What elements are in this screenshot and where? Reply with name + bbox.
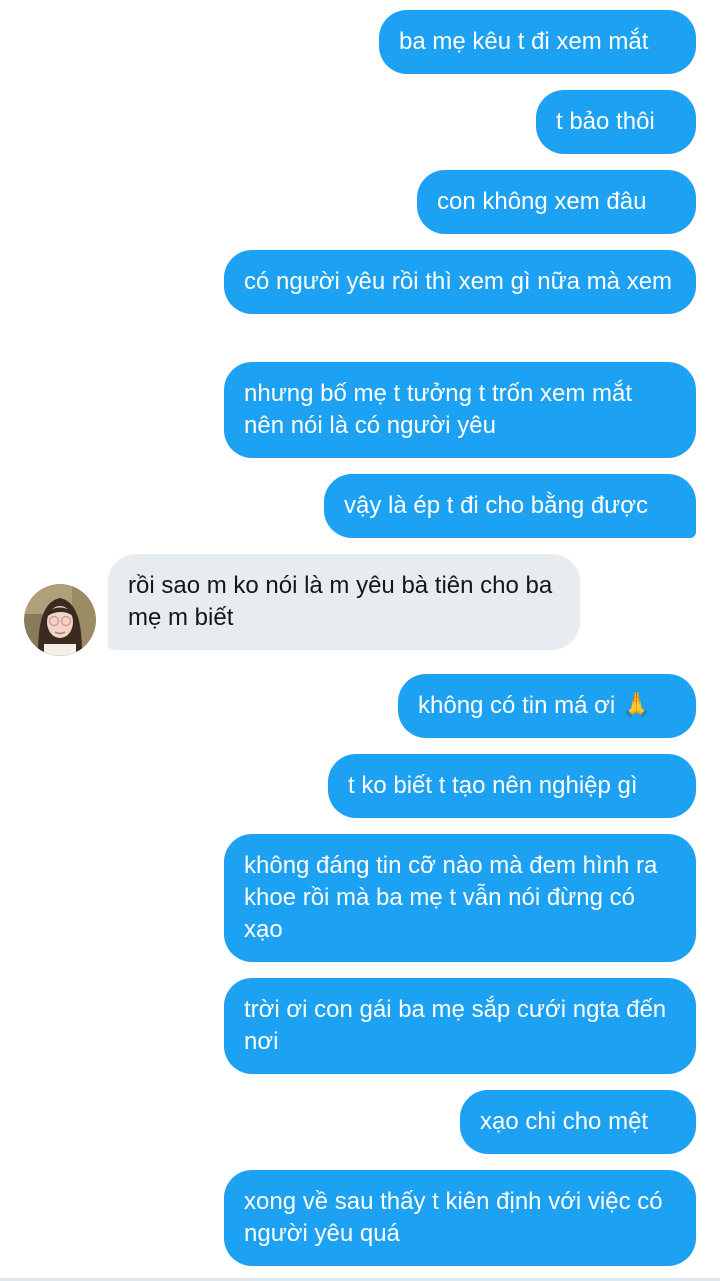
message-bubble-sent[interactable]: không đáng tin cỡ nào mà đem hình ra kho… [224, 834, 696, 962]
message-text: không có tin má ơi 🙏 [418, 692, 652, 719]
message-text: xong về sau thấy t kiên định với việc có… [244, 1188, 663, 1247]
avatar-photo-icon [24, 584, 96, 656]
message-text: có người yêu rồi thì xem gì nữa mà xem [244, 268, 673, 295]
message-bubble-sent[interactable]: con không xem đâu [417, 170, 696, 234]
message-thread: ba mẹ kêu t đi xem mắt t bảo thôi con kh… [0, 0, 720, 1281]
message-text: rồi sao m ko nói là m yêu bà tiên cho ba… [128, 572, 553, 631]
message-bubble-sent[interactable]: nhưng bố mẹ t tưởng t trốn xem mắt nên n… [224, 362, 696, 458]
message-bubble-sent[interactable]: có người yêu rồi thì xem gì nữa mà xem [224, 250, 696, 314]
message-bubble-sent[interactable]: trời ơi con gái ba mẹ sắp cưới ngta đến … [224, 978, 696, 1074]
message-bubble-sent[interactable]: xạo chi cho mệt [460, 1090, 696, 1154]
message-text: không đáng tin cỡ nào mà đem hình ra kho… [244, 852, 658, 943]
message-text: con không xem đâu [437, 188, 647, 215]
message-text: t ko biết t tạo nên nghiệp gì [348, 772, 638, 799]
message-text: ba mẹ kêu t đi xem mắt [399, 28, 649, 55]
message-text: vậy là ép t đi cho bằng được [344, 492, 648, 519]
message-bubble-sent[interactable]: t bảo thôi [536, 90, 696, 154]
message-text: t bảo thôi [556, 108, 655, 135]
message-bubble-sent[interactable]: t ko biết t tạo nên nghiệp gì [328, 754, 696, 818]
message-bubble-sent[interactable]: ba mẹ kêu t đi xem mắt [379, 10, 696, 74]
message-text: nhưng bố mẹ t tưởng t trốn xem mắt nên n… [244, 380, 633, 439]
message-text: xạo chi cho mệt [480, 1108, 649, 1135]
message-bubble-sent[interactable]: vậy là ép t đi cho bằng được [324, 474, 696, 538]
message-text: trời ơi con gái ba mẹ sắp cưới ngta đến … [244, 996, 667, 1055]
message-bubble-sent[interactable]: xong về sau thấy t kiên định với việc có… [224, 1170, 696, 1266]
message-bubble-sent[interactable]: không có tin má ơi 🙏 [398, 674, 696, 738]
contact-avatar[interactable] [24, 584, 96, 656]
message-bubble-received[interactable]: rồi sao m ko nói là m yêu bà tiên cho ba… [108, 554, 580, 650]
